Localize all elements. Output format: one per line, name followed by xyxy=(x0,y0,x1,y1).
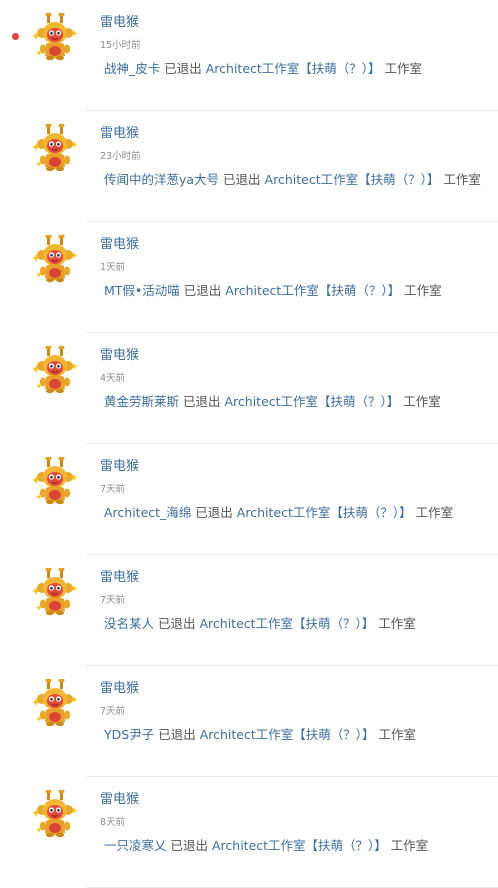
group-link[interactable]: Architect工作室【扶萌（？）】 xyxy=(237,505,412,520)
notification-message: 传闻中的洋葱ya大号 已退出 Architect工作室【扶萌（？）】 工作室 xyxy=(104,169,481,188)
notification-item[interactable]: 雷电猴 1天前 MT假•活动喵 已退出 Architect工作室【扶萌（？）】 … xyxy=(0,222,498,333)
avatar[interactable] xyxy=(30,123,80,173)
notification-item[interactable]: 雷电猴 15小时前 战神_皮卡 已退出 Architect工作室【扶萌（？）】 … xyxy=(0,0,498,111)
suffix-text: 工作室 xyxy=(378,727,416,742)
group-link[interactable]: Architect工作室【扶萌（？）】 xyxy=(265,172,440,187)
timestamp: 7天前 xyxy=(100,706,126,717)
notification-item[interactable]: 雷电猴 8天前 一只凌寒乂 已退出 Architect工作室【扶萌（？）】 工作… xyxy=(0,777,498,888)
timestamp: 23小时前 xyxy=(100,151,141,162)
username-link[interactable]: 雷电猴 xyxy=(100,344,139,363)
timestamp: 8天前 xyxy=(100,817,126,828)
notification-item[interactable]: 雷电猴 23小时前 传闻中的洋葱ya大号 已退出 Architect工作室【扶萌… xyxy=(0,111,498,222)
timestamp: 7天前 xyxy=(100,484,126,495)
suffix-text: 工作室 xyxy=(443,172,481,187)
timestamp: 7天前 xyxy=(100,595,126,606)
group-link[interactable]: Architect工作室【扶萌（？）】 xyxy=(225,394,400,409)
action-text: 已退出 xyxy=(183,283,222,298)
notification-item[interactable]: 雷电猴 4天前 黄金劳斯莱斯 已退出 Architect工作室【扶萌（？）】 工… xyxy=(0,333,498,444)
timestamp: 4天前 xyxy=(100,373,126,384)
actor-link[interactable]: 战神_皮卡 xyxy=(104,61,160,76)
actor-link[interactable]: 一只凌寒乂 xyxy=(104,838,167,853)
suffix-text: 工作室 xyxy=(390,838,429,853)
username-link[interactable]: 雷电猴 xyxy=(100,11,139,30)
action-text: 已退出 xyxy=(223,172,261,187)
actor-link[interactable]: 黄金劳斯莱斯 xyxy=(104,394,179,409)
username-link[interactable]: 雷电猴 xyxy=(100,566,139,585)
actor-link[interactable]: 传闻中的洋葱ya大号 xyxy=(104,172,219,187)
username-link[interactable]: 雷电猴 xyxy=(100,788,139,807)
monkey-avatar-icon xyxy=(32,346,78,394)
suffix-text: 工作室 xyxy=(415,505,454,520)
avatar[interactable] xyxy=(30,789,80,839)
notification-message: 黄金劳斯莱斯 已退出 Architect工作室【扶萌（？）】 工作室 xyxy=(104,391,441,410)
notification-message: Architect_海绵 已退出 Architect工作室【扶萌（？）】 工作室 xyxy=(104,502,453,521)
username-link[interactable]: 雷电猴 xyxy=(100,122,139,141)
group-link[interactable]: Architect工作室【扶萌（？）】 xyxy=(225,283,400,298)
actor-link[interactable]: YDS尹子 xyxy=(104,727,154,742)
monkey-avatar-icon xyxy=(32,568,78,616)
group-link[interactable]: Architect工作室【扶萌（？）】 xyxy=(200,727,375,742)
username-link[interactable]: 雷电猴 xyxy=(100,455,139,474)
avatar[interactable] xyxy=(30,567,80,617)
avatar[interactable] xyxy=(30,12,80,62)
monkey-avatar-icon xyxy=(32,679,78,727)
monkey-avatar-icon xyxy=(32,235,78,283)
group-link[interactable]: Architect工作室【扶萌（？）】 xyxy=(200,616,375,631)
action-text: 已退出 xyxy=(183,394,221,409)
avatar[interactable] xyxy=(30,345,80,395)
monkey-avatar-icon xyxy=(32,790,78,838)
action-text: 已退出 xyxy=(158,616,196,631)
timestamp: 1天前 xyxy=(100,262,126,273)
monkey-avatar-icon xyxy=(32,124,78,172)
action-text: 已退出 xyxy=(164,61,202,76)
suffix-text: 工作室 xyxy=(378,616,416,631)
notification-message: 没名某人 已退出 Architect工作室【扶萌（？）】 工作室 xyxy=(104,613,416,632)
suffix-text: 工作室 xyxy=(384,61,423,76)
notification-message: 战神_皮卡 已退出 Architect工作室【扶萌（？）】 工作室 xyxy=(104,58,422,77)
action-text: 已退出 xyxy=(170,838,209,853)
username-link[interactable]: 雷电猴 xyxy=(100,677,139,696)
actor-link[interactable]: Architect_海绵 xyxy=(104,505,191,520)
suffix-text: 工作室 xyxy=(403,394,441,409)
notification-message: MT假•活动喵 已退出 Architect工作室【扶萌（？）】 工作室 xyxy=(104,280,442,299)
avatar[interactable] xyxy=(30,234,80,284)
group-link[interactable]: Architect工作室【扶萌（？）】 xyxy=(206,61,381,76)
notification-feed: 雷电猴 15小时前 战神_皮卡 已退出 Architect工作室【扶萌（？）】 … xyxy=(0,0,498,888)
notification-item[interactable]: 雷电猴 7天前 Architect_海绵 已退出 Architect工作室【扶萌… xyxy=(0,444,498,555)
avatar[interactable] xyxy=(30,678,80,728)
group-link[interactable]: Architect工作室【扶萌（？）】 xyxy=(212,838,387,853)
notification-message: 一只凌寒乂 已退出 Architect工作室【扶萌（？）】 工作室 xyxy=(104,835,428,854)
action-text: 已退出 xyxy=(195,505,233,520)
notification-item[interactable]: 雷电猴 7天前 没名某人 已退出 Architect工作室【扶萌（？）】 工作室 xyxy=(0,555,498,666)
username-link[interactable]: 雷电猴 xyxy=(100,233,139,252)
action-text: 已退出 xyxy=(158,727,196,742)
actor-link[interactable]: 没名某人 xyxy=(104,616,154,631)
unread-indicator xyxy=(12,33,19,40)
monkey-avatar-icon xyxy=(32,457,78,505)
timestamp: 15小时前 xyxy=(100,40,141,51)
suffix-text: 工作室 xyxy=(404,283,442,298)
actor-link[interactable]: MT假•活动喵 xyxy=(104,283,180,298)
monkey-avatar-icon xyxy=(32,13,78,61)
notification-item[interactable]: 雷电猴 7天前 YDS尹子 已退出 Architect工作室【扶萌（？）】 工作… xyxy=(0,666,498,777)
notification-message: YDS尹子 已退出 Architect工作室【扶萌（？）】 工作室 xyxy=(104,724,416,743)
avatar[interactable] xyxy=(30,456,80,506)
